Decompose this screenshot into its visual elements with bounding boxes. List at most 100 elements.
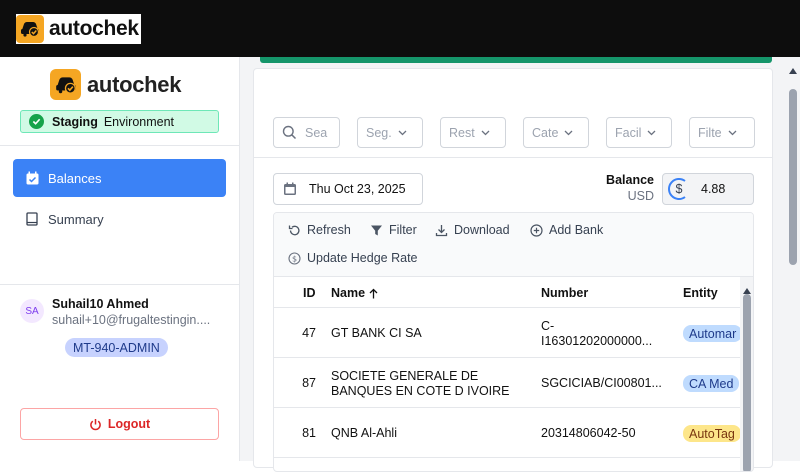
segment-select[interactable]: Seg. xyxy=(357,117,423,148)
select-placeholder: Rest xyxy=(449,125,475,140)
table-scrollbar[interactable] xyxy=(740,277,753,471)
sort-ascending-icon xyxy=(369,288,378,299)
select-placeholder: Facil xyxy=(615,125,642,140)
cell-number-line: C- xyxy=(541,319,555,333)
facility-select[interactable]: Facil xyxy=(606,117,672,148)
check-circle-icon xyxy=(29,114,44,129)
page-scrollbar[interactable] xyxy=(786,57,800,461)
role-badge: MT-940-ADMIN xyxy=(65,338,168,357)
table-row[interactable]: 87 SOCIETE GENERALE DE BANQUES EN COTE D… xyxy=(274,359,744,408)
environment-label: Environment xyxy=(103,114,175,129)
funnel-icon xyxy=(370,224,383,237)
cell-id: 81 xyxy=(302,426,316,440)
search-icon xyxy=(282,125,297,140)
column-header-name-label: Name xyxy=(331,286,366,300)
download-button[interactable]: Download xyxy=(435,223,510,237)
select-placeholder: Cate xyxy=(532,125,559,140)
sidebar-item-summary[interactable]: Summary xyxy=(13,200,226,238)
cell-name: SOCIETE GENERALE DE BANQUES EN COTE D IV… xyxy=(331,369,510,399)
add-bank-button[interactable]: Add Bank xyxy=(530,223,603,237)
balance-field: $ 4.88 xyxy=(662,173,754,205)
cell-id: 47 xyxy=(302,326,316,340)
cell-name: QNB Al-Ahli xyxy=(331,426,397,440)
table-row[interactable]: 47 GT BANK CI SA C- I16301202000000... A… xyxy=(274,309,744,358)
refresh-button[interactable]: Refresh xyxy=(288,223,351,237)
top-logo[interactable]: autochek xyxy=(16,14,141,44)
environment-badge: Staging Environment xyxy=(20,110,219,133)
balance-currency: USD xyxy=(627,189,654,203)
chevron-down-icon xyxy=(564,130,573,136)
sidebar: autochek Staging Environment Balances Su… xyxy=(0,57,240,461)
car-logo-icon xyxy=(16,15,44,43)
add-bank-label: Add Bank xyxy=(549,223,604,237)
entity-tag: CA Med xyxy=(683,375,740,392)
balance-title: Balance xyxy=(606,173,654,187)
main-content: Sea Seg. Rest Cate Facil Filte Thu Oct 2… xyxy=(240,57,800,472)
chevron-down-icon xyxy=(481,130,490,136)
cell-id: 87 xyxy=(302,376,316,390)
sidebar-logo[interactable]: autochek xyxy=(50,69,181,100)
download-label: Download xyxy=(454,223,510,237)
select-placeholder: Filte xyxy=(698,125,722,140)
balance-value: 4.88 xyxy=(701,182,726,196)
plus-circle-icon xyxy=(530,223,543,237)
divider xyxy=(0,284,239,285)
balance-label: Balance USD xyxy=(594,173,654,203)
column-header-name[interactable]: Name xyxy=(331,286,378,300)
column-header-number[interactable]: Number xyxy=(541,286,588,300)
restriction-select[interactable]: Rest xyxy=(440,117,506,148)
brand-name: autochek xyxy=(49,17,139,40)
divider xyxy=(0,145,239,146)
scrollbar-thumb[interactable] xyxy=(789,89,797,265)
column-header-entity[interactable]: Entity xyxy=(683,286,718,300)
entity-tag: Automar xyxy=(683,325,743,342)
scrollbar-thumb[interactable] xyxy=(743,294,751,471)
car-logo-icon xyxy=(50,69,81,100)
select-placeholder: Seg. xyxy=(366,125,392,140)
filter-button[interactable]: Filter xyxy=(370,223,417,237)
top-bar: autochek xyxy=(0,0,800,57)
cell-name: GT BANK CI SA xyxy=(331,326,422,340)
refresh-icon xyxy=(288,224,301,237)
brand-name: autochek xyxy=(87,71,182,97)
svg-text:$: $ xyxy=(292,254,297,263)
entity-tag: AutoTag xyxy=(683,425,741,442)
calendar-check-icon xyxy=(25,171,40,186)
loading-spinner-icon: $ xyxy=(667,177,691,201)
category-select[interactable]: Cate xyxy=(523,117,589,148)
banks-table: Refresh Filter Download Add Bank $ Updat… xyxy=(273,212,754,472)
environment-name: Staging xyxy=(52,114,98,129)
avatar: SA xyxy=(20,299,44,323)
chevron-down-icon xyxy=(728,130,737,136)
dollar-circle-icon: $ xyxy=(288,251,301,265)
chevron-down-icon xyxy=(398,130,407,136)
user-name: Suhail10 Ahmed xyxy=(52,297,149,311)
book-icon xyxy=(25,211,40,227)
logout-button[interactable]: Logout xyxy=(20,408,219,440)
sidebar-item-label: Summary xyxy=(48,211,104,227)
sidebar-item-label: Balances xyxy=(48,170,102,186)
refresh-label: Refresh xyxy=(307,223,351,237)
chevron-down-icon xyxy=(647,130,656,136)
filter-label: Filter xyxy=(389,223,417,237)
date-picker[interactable]: Thu Oct 23, 2025 xyxy=(273,173,423,205)
scroll-up-icon[interactable] xyxy=(789,61,797,79)
cell-name-line: BANQUES EN COTE D IVOIRE xyxy=(331,384,510,398)
date-value: Thu Oct 23, 2025 xyxy=(309,182,406,196)
user-email: suhail+10@frugaltestingin.... xyxy=(52,313,211,327)
cell-number: 20314806042-50 xyxy=(541,426,636,440)
search-input[interactable]: Sea xyxy=(273,117,340,148)
search-placeholder: Sea xyxy=(305,125,328,140)
table-header: ID Name Number Entity xyxy=(274,277,744,308)
logout-label: Logout xyxy=(107,417,151,431)
update-hedge-rate-button[interactable]: $ Update Hedge Rate xyxy=(288,251,418,265)
filter-select[interactable]: Filte xyxy=(689,117,755,148)
column-header-id[interactable]: ID xyxy=(303,286,316,300)
sidebar-item-balances[interactable]: Balances xyxy=(13,159,226,197)
cell-number-line: I16301202000000... xyxy=(541,334,653,348)
table-row[interactable]: 81 QNB Al-Ahli 20314806042-50 AutoTag xyxy=(274,409,744,458)
update-hedge-rate-label: Update Hedge Rate xyxy=(307,251,418,265)
divider xyxy=(254,157,772,158)
cell-name-line: SOCIETE GENERALE DE xyxy=(331,369,479,383)
status-strip xyxy=(260,57,772,63)
